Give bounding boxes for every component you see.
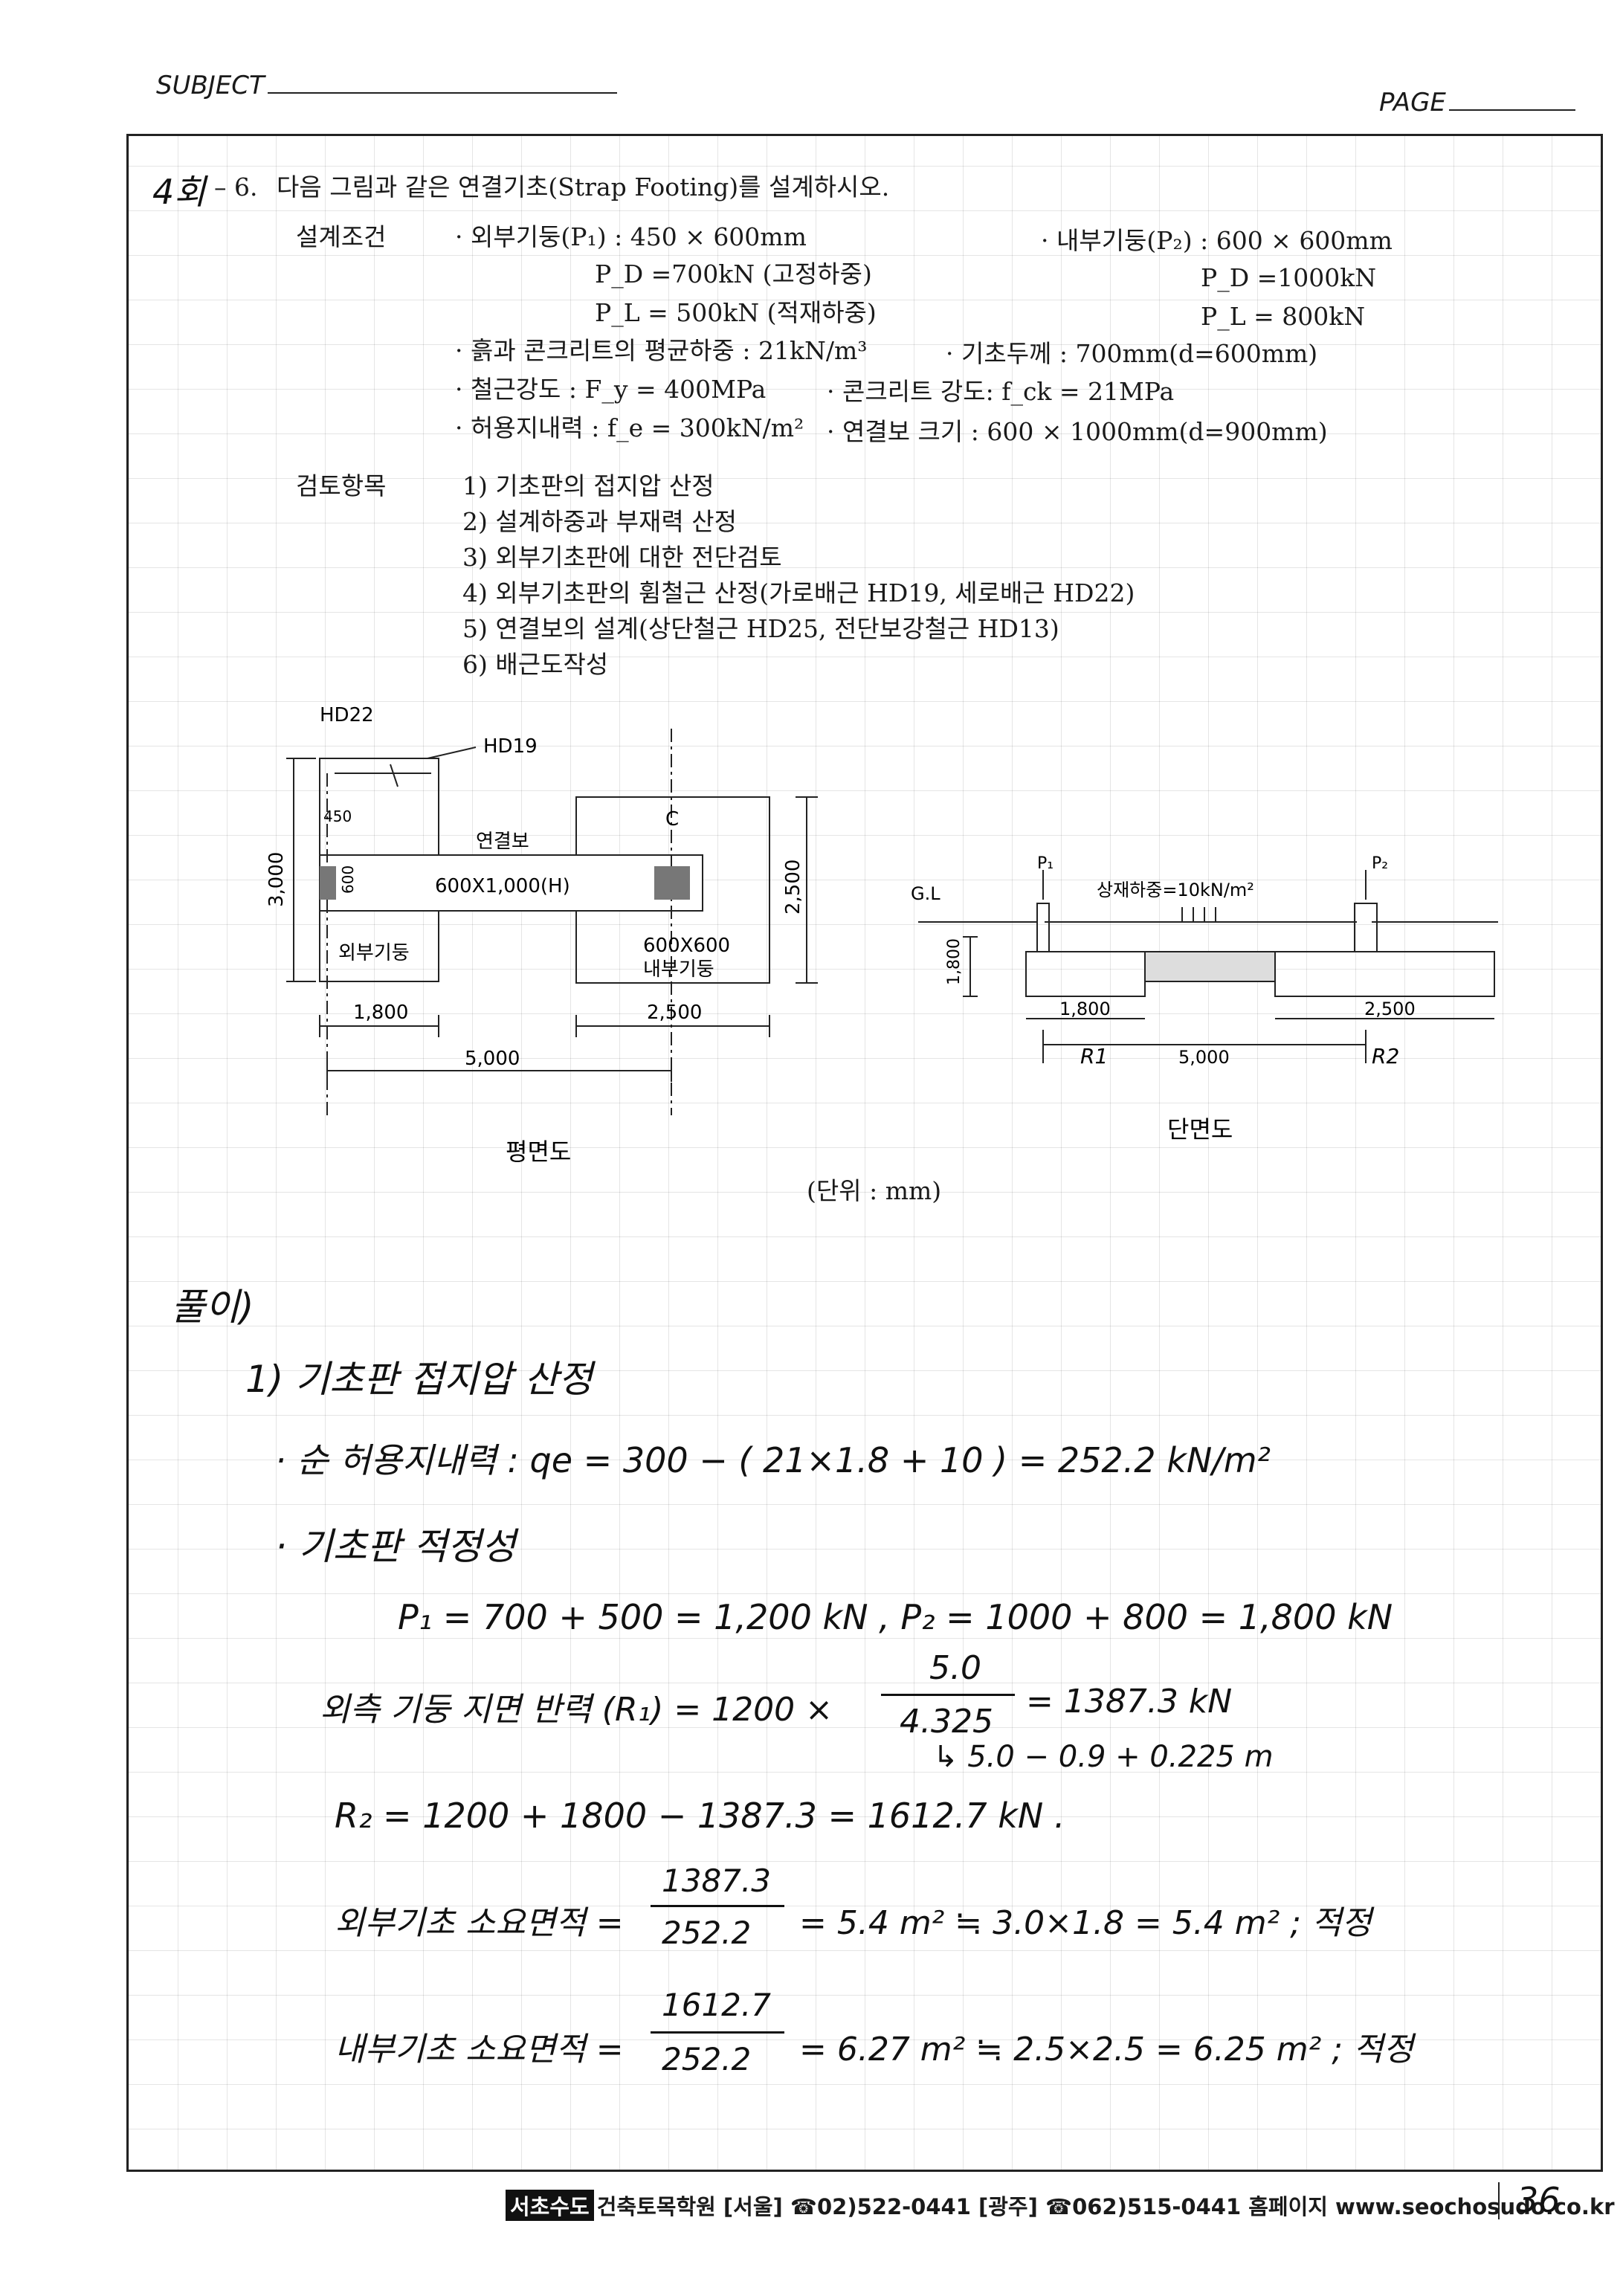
bearing-capacity-spec: · 허용지내력 : f_e = 300kN/m²	[455, 413, 804, 442]
r1-fraction-bar	[881, 1694, 1015, 1696]
outer-live-load: P_L = 500kN (적재하중)	[595, 298, 877, 327]
review-item: 3) 외부기초판에 대한 전단검토	[462, 543, 782, 572]
outer-footing-section	[1025, 951, 1146, 997]
review-list: 1) 기초판의 접지압 산정 2) 설계하중과 부재력 산정 3) 외부기초판에…	[462, 468, 1135, 683]
outer-area-label: 외부기초 소요면적 =	[335, 1904, 624, 1942]
inner-footing-section	[1274, 951, 1495, 997]
outer-area-numerator: 1387.3	[662, 1863, 771, 1899]
strap-beam-size-spec: · 연결보 크기 : 600 × 1000mm(d=900mm)	[827, 417, 1328, 446]
strap-section	[1144, 951, 1276, 982]
inner-dead-load: P_D =1000kN	[1201, 263, 1377, 292]
review-item: 4) 외부기초판의 휨철근 산정(가로배근 HD19, 세로배근 HD22)	[462, 578, 1135, 607]
concrete-strength-spec: · 콘크리트 강도: f_ck = 21MPa	[827, 377, 1175, 406]
review-label: 검토항목	[296, 471, 387, 500]
conditions-label: 설계조건	[296, 222, 387, 251]
dim-2500: 2,500	[647, 1002, 702, 1024]
outer-area-result: = 5.4 m² ≒ 3.0×1.8 = 5.4 m² ; 적정	[799, 1904, 1372, 1942]
review-item: 5) 연결보의 설계(상단철근 HD25, 전단보강철근 HD13)	[462, 614, 1059, 643]
unit-note: (단위 : mm)	[807, 1176, 942, 1205]
dim-1800-vertical: 1,800	[945, 938, 964, 985]
p2-label: P₂	[1372, 854, 1388, 873]
inner-column-label: 내부기둥	[643, 958, 714, 981]
hd19-label: HD19	[483, 735, 538, 758]
soil-load-spec: · 흙과 콘크리트의 평균하중 : 21kN/m³	[455, 336, 868, 365]
academy-logo: 서초수도	[506, 2190, 594, 2221]
section-view-drawing: G.L P₁ P₂ 상재하중=10kN/m² 1,800 1,800 2,500…	[911, 854, 1498, 1144]
surcharge-label: 상재하중=10kN/m²	[1097, 880, 1254, 900]
page-label: PAGE	[1379, 88, 1575, 117]
r2-line: R₂ = 1200 + 1800 − 1387.3 = 1612.7 kN .	[335, 1796, 1065, 1836]
inner-column-size: 600X600	[643, 935, 730, 957]
column-loads-line: P₁ = 700 + 500 = 1,200 kN , P₂ = 1000 + …	[398, 1597, 1393, 1637]
inner-area-fraction-bar	[651, 2031, 784, 2034]
footer-divider	[1498, 2182, 1500, 2219]
steel-strength-spec: · 철근강도 : F_y = 400MPa	[455, 375, 767, 404]
solution-step-1: 1) 기초판 접지압 산정	[245, 1358, 593, 1401]
r1-result: = 1387.3 kN	[1026, 1683, 1233, 1721]
inner-area-label: 내부기초 소요면적 =	[335, 2031, 624, 2068]
dim-2500-vertical: 2,500	[782, 860, 804, 915]
ground-level-label: G.L	[911, 883, 940, 904]
outer-area-denominator: 252.2	[662, 1915, 752, 1951]
footer-text: 건축토목학원 [서울] ☎02)522-0441 [광주] ☎062)515-0…	[596, 2194, 1615, 2219]
problem-title: 다음 그림과 같은 연결기초(Strap Footing)를 설계하시오.	[277, 172, 890, 201]
review-item: 2) 설계하중과 부재력 산정	[462, 507, 737, 536]
outer-column	[320, 866, 336, 900]
r1-label-line: 외측 기둥 지면 반력 (R₁) = 1200 ×	[320, 1691, 833, 1729]
inner-area-result: = 6.27 m² ≒ 2.5×2.5 = 6.25 m² ; 적정	[799, 2031, 1414, 2068]
net-bearing-line: · 순 허용지내력 : qe = 300 − ( 21×1.8 + 10 ) =…	[275, 1440, 1271, 1480]
problem-mark: 4회	[152, 172, 206, 212]
centerline-mark: C	[665, 808, 679, 831]
outer-area-fraction-bar	[651, 1905, 784, 1907]
footing-thickness-spec: · 기초두께 : 700mm(d=600mm)	[946, 339, 1318, 368]
solution-heading: 풀이)	[171, 1286, 254, 1329]
page-number: 36	[1517, 2180, 1561, 2220]
review-item: 6) 배근도작성	[462, 650, 609, 679]
subject-label: SUBJECT	[156, 71, 617, 100]
r1-fraction-numerator: 5.0	[929, 1649, 981, 1687]
r1-label: R1	[1080, 1044, 1108, 1068]
dim-450: 450	[323, 807, 352, 825]
footer-academy-info: 서초수도 건축토목학원 [서울] ☎02)522-0441 [광주] ☎062)5…	[506, 2190, 1615, 2221]
adequacy-line: · 기초판 적정성	[275, 1525, 516, 1568]
inner-area-numerator: 1612.7	[662, 1987, 771, 2023]
problem-number: – 6.	[214, 172, 258, 201]
outer-column-spec: · 외부기둥(P₁) : 450 × 600mm	[455, 222, 807, 251]
r1-note: ↳ 5.0 − 0.9 + 0.225 m	[933, 1740, 1274, 1774]
dim-1800: 1,800	[1059, 999, 1111, 1019]
strap-label: 연결보	[476, 831, 529, 853]
inner-column-spec: · 내부기둥(P₂) : 600 × 600mm	[1041, 226, 1393, 255]
outer-column-label: 외부기둥	[338, 942, 410, 964]
hd19-leader	[427, 746, 477, 759]
r2-label: R2	[1372, 1044, 1399, 1068]
dim-5000: 5,000	[465, 1048, 520, 1070]
dim-2500: 2,500	[1364, 999, 1416, 1019]
inner-area-denominator: 252.2	[662, 2041, 752, 2077]
plan-view-drawing: HD22 HD19 450 600 3,000 2,500 연결보 600X1,…	[265, 704, 818, 1166]
dim-1800: 1,800	[353, 1002, 408, 1024]
plan-caption: 평면도	[506, 1138, 571, 1166]
section-caption: 단면도	[1167, 1115, 1233, 1144]
review-item: 1) 기초판의 접지압 산정	[462, 471, 714, 500]
outer-dead-load: P_D =700kN (고정하중)	[595, 259, 872, 288]
dim-600: 600	[339, 865, 357, 894]
hd22-label: HD22	[320, 704, 374, 726]
dim-3000: 3,000	[265, 852, 288, 907]
inner-live-load: P_L = 800kN	[1201, 302, 1366, 331]
p1-label: P₁	[1037, 854, 1054, 873]
dim-5000: 5,000	[1178, 1047, 1230, 1068]
r1-fraction-denominator: 4.325	[900, 1703, 993, 1741]
inner-column	[654, 866, 690, 900]
strap-size-label: 600X1,000(H)	[435, 875, 570, 897]
